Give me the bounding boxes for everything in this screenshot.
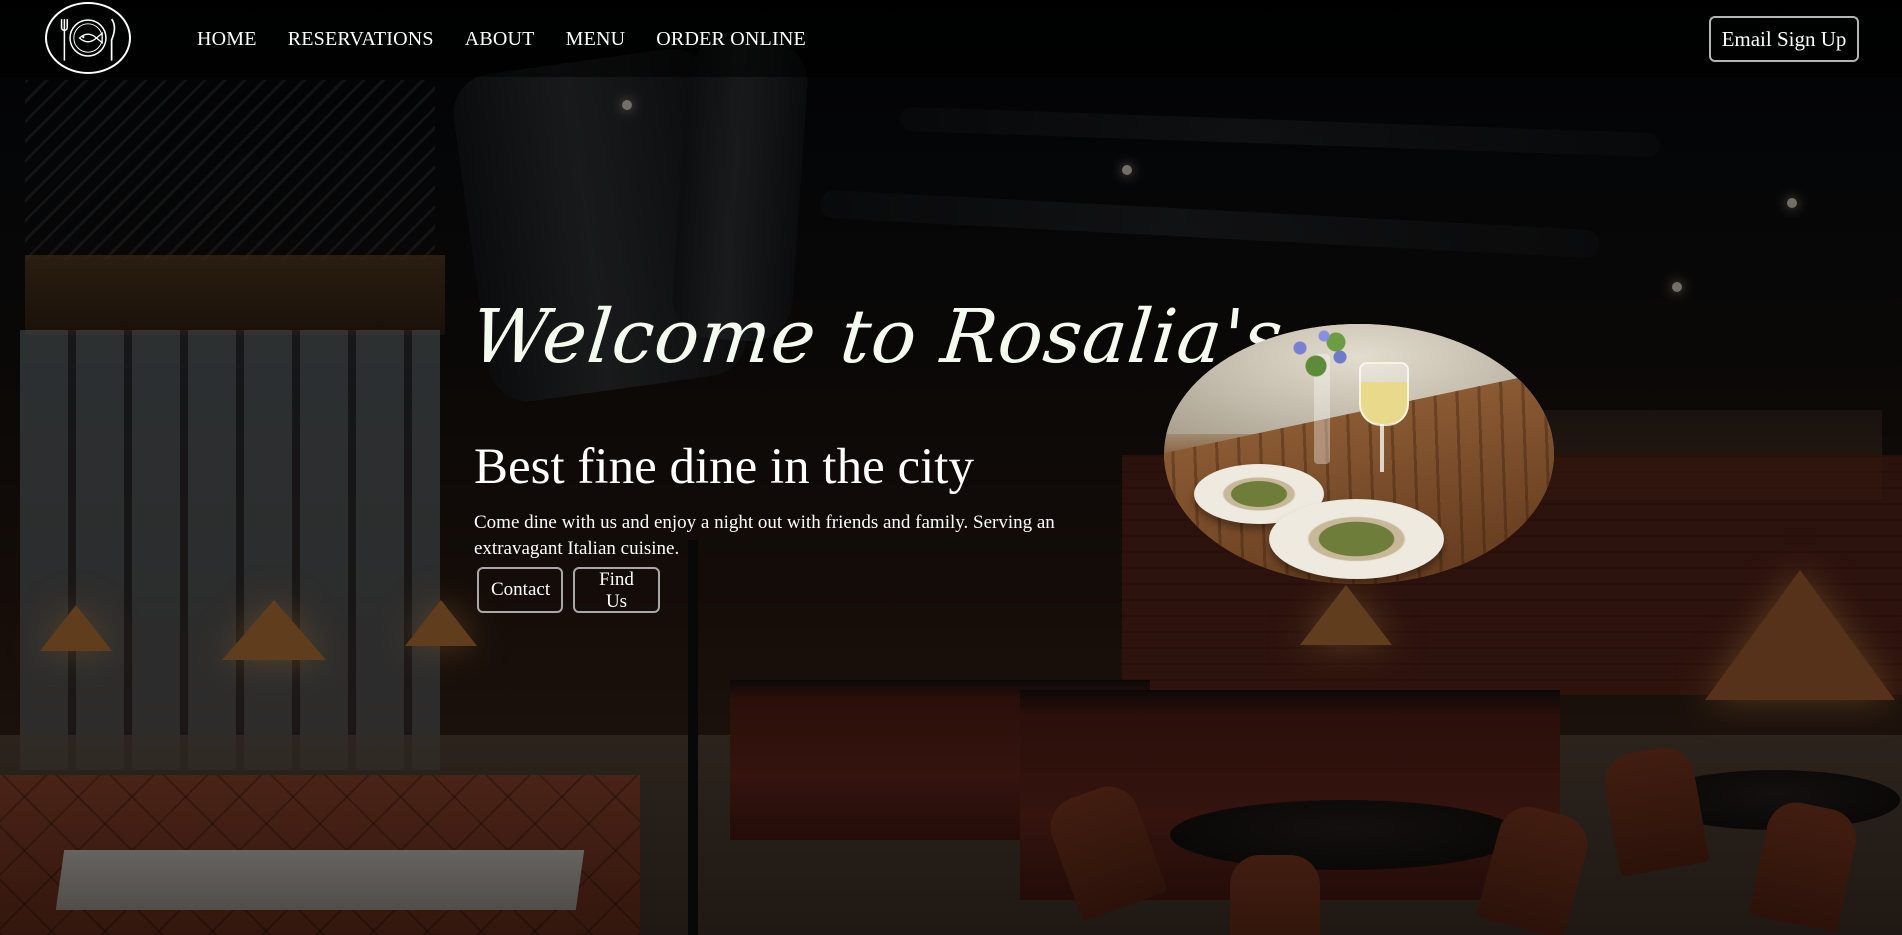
logo[interactable] <box>45 2 131 74</box>
nav-menu[interactable]: MENU <box>566 26 626 52</box>
email-signup-button[interactable]: Email Sign Up <box>1709 16 1859 62</box>
nav-home[interactable]: HOME <box>197 26 257 52</box>
food-photo <box>1164 324 1554 584</box>
nav-about[interactable]: ABOUT <box>465 26 535 52</box>
page: HOME RESERVATIONS ABOUT MENU ORDER ONLIN… <box>0 0 1902 935</box>
main-nav: HOME RESERVATIONS ABOUT MENU ORDER ONLIN… <box>197 26 837 52</box>
hero-button-group: Contact Find Us <box>477 567 660 613</box>
nav-reservations[interactable]: RESERVATIONS <box>288 26 434 52</box>
plate-fork-knife-fish-icon <box>60 18 116 61</box>
hero-title: Best fine dine in the city <box>474 439 974 495</box>
contact-button[interactable]: Contact <box>477 567 563 613</box>
hero-description: Come dine with us and enjoy a night out … <box>474 512 1055 559</box>
find-us-button[interactable]: Find Us <box>573 567 660 613</box>
nav-order-online[interactable]: ORDER ONLINE <box>656 26 806 52</box>
